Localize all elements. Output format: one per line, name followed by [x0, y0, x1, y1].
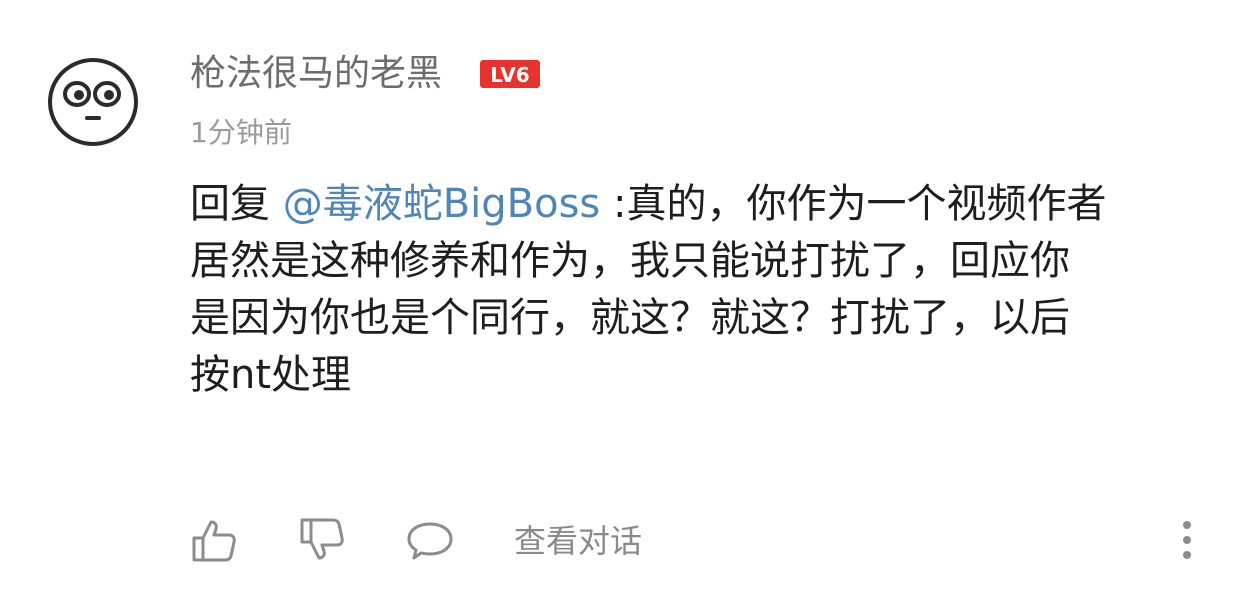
comment-text-1: :真的，你作为一个视频作者 [600, 181, 1107, 227]
dislike-button[interactable] [298, 516, 346, 564]
timestamp: 1分钟前 [190, 116, 292, 149]
comment-line-3: 是因为你也是个同行，就这？就这？打扰了，以后 [190, 295, 1070, 341]
reply-button[interactable] [406, 516, 454, 564]
mention-link[interactable]: @毒液蛇BigBoss [283, 181, 601, 227]
thumb-up-icon [192, 520, 236, 562]
comment-body: 回复 @毒液蛇BigBoss :真的，你作为一个视频作者 居然是这种修养和作为，… [190, 176, 1220, 404]
level-badge: LV6 [480, 60, 540, 88]
avatar[interactable] [44, 50, 142, 148]
reply-prefix: 回复 [190, 181, 283, 227]
username[interactable]: 枪法很马的老黑 [190, 50, 442, 98]
thumb-down-icon [300, 518, 344, 560]
level-label: LV6 [490, 63, 529, 87]
comment-line-2: 居然是这种修养和作为，我只能说打扰了，回应你 [190, 238, 1070, 284]
more-vertical-icon [1183, 521, 1191, 559]
avatar-face-icon [48, 58, 138, 146]
like-button[interactable] [190, 516, 238, 564]
comment-line-1: 回复 @毒液蛇BigBoss :真的，你作为一个视频作者 [190, 176, 1220, 233]
comment-line-4: 按nt处理 [190, 352, 352, 398]
more-button[interactable] [1172, 518, 1202, 562]
speech-bubble-icon [407, 522, 453, 560]
view-conversation-link[interactable]: 查看对话 [514, 520, 642, 562]
